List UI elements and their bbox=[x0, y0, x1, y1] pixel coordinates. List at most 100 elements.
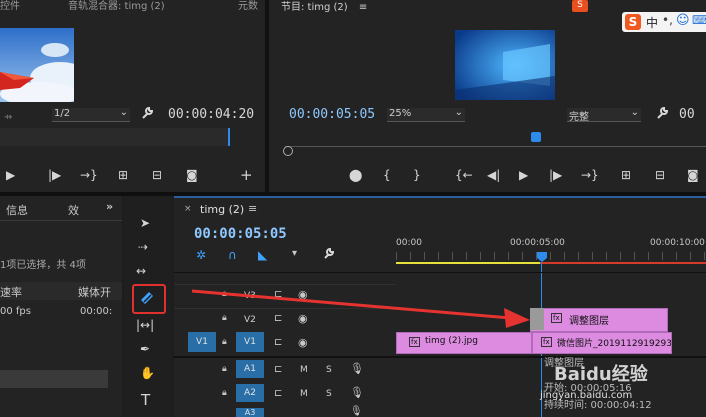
close-icon[interactable]: × bbox=[184, 204, 192, 214]
lock-icon[interactable]: 🔒︎ bbox=[222, 289, 227, 299]
camera-icon[interactable]: ◙ bbox=[186, 168, 198, 182]
column-media-start[interactable]: 媒体开 bbox=[78, 284, 111, 300]
ime-toolbar[interactable]: S 中 •, ☺ ⌨ bbox=[622, 12, 706, 32]
tab-effects[interactable]: 效 bbox=[68, 202, 79, 218]
toggle-sync-icon[interactable]: ⊏ bbox=[274, 289, 282, 300]
insert-button[interactable]: ⊞ bbox=[118, 168, 128, 182]
panel-overflow-icon[interactable]: » bbox=[106, 200, 113, 213]
solo-button[interactable]: S bbox=[326, 365, 332, 375]
mark-in-button[interactable]: { bbox=[383, 168, 391, 182]
add-button[interactable]: + bbox=[240, 166, 253, 184]
eye-icon[interactable]: ◉ bbox=[298, 336, 308, 349]
column-frame-rate[interactable]: 速率 bbox=[0, 284, 22, 300]
add-marker-button[interactable]: ⬤ bbox=[349, 168, 362, 182]
play-button[interactable]: ▶ bbox=[519, 168, 528, 182]
solo-button[interactable]: S bbox=[326, 389, 332, 399]
wrench-icon[interactable] bbox=[140, 106, 154, 123]
clip-wechat-image[interactable]: fx 微信图片_20191129192931.p bbox=[532, 332, 672, 354]
track-a1-target[interactable]: A1 bbox=[236, 360, 264, 378]
camera-icon[interactable]: ◙ bbox=[687, 168, 699, 182]
program-playhead-marker[interactable] bbox=[531, 132, 541, 142]
mute-button[interactable]: M bbox=[300, 389, 308, 399]
wrench-icon[interactable] bbox=[655, 106, 669, 123]
microphone-icon[interactable]: 🎙︎ bbox=[350, 362, 364, 375]
work-area-bar-red[interactable] bbox=[540, 262, 706, 264]
watermark-url: jingyan.baidu.com bbox=[540, 390, 633, 401]
step-back-button[interactable]: ◀| bbox=[487, 168, 500, 182]
microphone-icon[interactable]: 🎙︎ bbox=[350, 406, 363, 417]
slip-tool-icon[interactable]: |↔| bbox=[136, 318, 154, 332]
play-button[interactable]: ▶ bbox=[6, 168, 15, 182]
overwrite-button[interactable]: ⊟ bbox=[152, 168, 162, 182]
keyboard-icon[interactable]: ⌨ bbox=[692, 13, 706, 27]
lock-icon[interactable]: 🔒︎ bbox=[222, 313, 227, 323]
track-a3-target[interactable]: A3 bbox=[236, 408, 264, 417]
track-v2-label[interactable]: V2 bbox=[244, 315, 256, 325]
lock-icon[interactable]: 🔒︎ bbox=[222, 337, 227, 347]
type-tool-icon[interactable]: T bbox=[141, 391, 150, 409]
scrub-start-handle[interactable] bbox=[283, 146, 293, 156]
hand-tool-icon[interactable]: ✋ bbox=[140, 366, 155, 380]
project-scrollbar[interactable] bbox=[0, 370, 108, 388]
lift-button[interactable]: ⊞ bbox=[621, 168, 631, 182]
mute-button[interactable]: M bbox=[300, 365, 308, 375]
emoji-icon[interactable]: ☺ bbox=[676, 13, 690, 28]
ripple-edit-tool-icon[interactable]: ↔ bbox=[136, 264, 146, 278]
track-v1-target[interactable]: V1 bbox=[236, 332, 264, 352]
razor-tool-icon[interactable] bbox=[139, 290, 153, 304]
toggle-sync-icon[interactable]: ⊏ bbox=[274, 313, 282, 324]
eye-icon[interactable]: ◉ bbox=[298, 288, 308, 301]
add-marker-icon[interactable]: ▾ bbox=[292, 248, 297, 259]
program-scrub-bar[interactable] bbox=[285, 146, 706, 157]
go-to-out-button[interactable]: →} bbox=[581, 168, 599, 182]
snap-icon[interactable]: ✲ bbox=[196, 248, 206, 262]
selection-tool-icon[interactable]: ➤ bbox=[140, 216, 150, 230]
sequence-tab[interactable]: timg (2) bbox=[200, 203, 244, 216]
punctuation-icon[interactable]: •, bbox=[662, 13, 673, 27]
track-a2-target[interactable]: A2 bbox=[236, 384, 264, 402]
source-patch-v1[interactable]: V1 bbox=[188, 332, 216, 352]
wrench-icon[interactable] bbox=[322, 247, 335, 263]
microphone-icon[interactable]: 🎙︎ bbox=[350, 386, 364, 399]
toggle-sync-icon[interactable]: ⊏ bbox=[274, 337, 282, 348]
go-to-in-button[interactable]: {← bbox=[455, 168, 473, 182]
tab-info[interactable]: 信息 bbox=[6, 202, 28, 218]
source-scrub-bar[interactable] bbox=[0, 128, 230, 146]
program-timecode[interactable]: 00:00:05:05 bbox=[289, 107, 375, 122]
eye-icon[interactable]: ◉ bbox=[298, 312, 308, 325]
quality-select[interactable]: 完整 ⌄ bbox=[567, 107, 641, 123]
tab-audio-mixer[interactable]: 音轨混合器: timg (2) bbox=[68, 0, 165, 12]
tab-metadata[interactable]: 元数 bbox=[238, 0, 258, 12]
toggle-sync-icon[interactable]: ⊏ bbox=[274, 388, 282, 399]
toggle-sync-icon[interactable]: ⊏ bbox=[274, 364, 282, 375]
extract-button[interactable]: ⊟ bbox=[655, 168, 665, 182]
source-timecode[interactable]: 00:00:04:20 bbox=[168, 107, 254, 122]
pen-tool-icon[interactable]: ✒ bbox=[140, 342, 150, 356]
track-select-tool-icon[interactable]: ⇢ bbox=[138, 240, 148, 254]
lock-icon[interactable]: 🔒︎ bbox=[222, 388, 227, 398]
program-title-tab[interactable]: 节目: timg (2) ≡ bbox=[281, 0, 367, 13]
source-playhead-marker-icon[interactable]: ⇸ bbox=[4, 112, 12, 123]
track-v3-label[interactable]: V3 bbox=[244, 291, 256, 301]
go-to-out-button[interactable]: →} bbox=[80, 168, 98, 182]
menu-icon[interactable]: ≡ bbox=[359, 2, 367, 13]
mark-out-button[interactable]: } bbox=[413, 168, 421, 182]
source-ratio-select[interactable]: 1/2 ⌄ bbox=[52, 107, 130, 122]
zoom-select[interactable]: 25% ⌄ bbox=[387, 107, 465, 122]
clip-timg[interactable]: fx timg (2).jpg bbox=[396, 332, 532, 354]
step-forward-button[interactable]: |▶ bbox=[549, 168, 562, 182]
clip-adjustment-layer[interactable]: fx 调整图层 bbox=[530, 308, 668, 332]
work-area-bar-yellow[interactable] bbox=[396, 262, 540, 264]
playhead-handle[interactable] bbox=[537, 252, 547, 262]
tab-effect-controls[interactable]: 控件 bbox=[0, 0, 20, 12]
watermark-logo: Baidu经验 bbox=[554, 364, 648, 385]
magnet-icon[interactable]: ∩ bbox=[228, 248, 237, 262]
sogou-logo-icon[interactable]: S bbox=[625, 14, 641, 30]
timeline-timecode[interactable]: 00:00:05:05 bbox=[194, 226, 287, 242]
step-forward-button[interactable]: |▶ bbox=[48, 168, 61, 182]
lock-icon[interactable]: 🔒︎ bbox=[222, 364, 227, 374]
sogou-floating-icon[interactable]: S bbox=[572, 0, 588, 12]
menu-icon[interactable]: ≡ bbox=[248, 202, 257, 215]
linked-selection-icon[interactable]: ◣ bbox=[258, 248, 267, 262]
ime-language[interactable]: 中 bbox=[646, 14, 658, 31]
